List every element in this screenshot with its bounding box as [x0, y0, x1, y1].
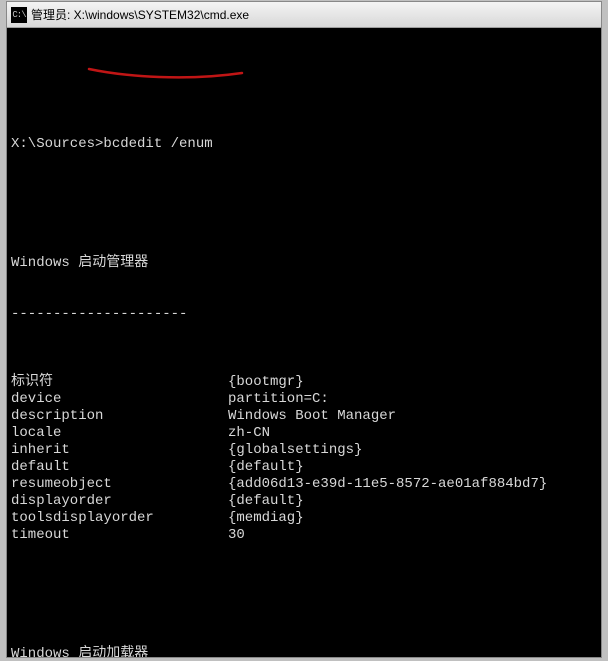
- kv-row: inherit{globalsettings}: [11, 442, 597, 459]
- kv-value: {default}: [228, 459, 597, 476]
- kv-value: {bootmgr}: [228, 374, 597, 391]
- kv-row: default{default}: [11, 459, 597, 476]
- kv-value: {add06d13-e39d-11e5-8572-ae01af884bd7}: [228, 476, 597, 493]
- kv-value: {globalsettings}: [228, 442, 597, 459]
- kv-row: displayorder{default}: [11, 493, 597, 510]
- section-title-loader: Windows 启动加载器: [11, 646, 597, 657]
- kv-row: localezh-CN: [11, 425, 597, 442]
- red-underline-annotation: [87, 65, 247, 87]
- kv-value: Windows Boot Manager: [228, 408, 597, 425]
- kv-key: toolsdisplayorder: [11, 510, 228, 527]
- command-text: bcdedit /enum: [103, 136, 212, 153]
- cmd-window: C:\ 管理员: X:\windows\SYSTEM32\cmd.exe X:\…: [6, 1, 602, 658]
- titlebar[interactable]: C:\ 管理员: X:\windows\SYSTEM32\cmd.exe: [7, 2, 601, 28]
- kv-key: device: [11, 391, 228, 408]
- window-title: 管理员: X:\windows\SYSTEM32\cmd.exe: [31, 6, 249, 23]
- kv-key: default: [11, 459, 228, 476]
- kv-value: 30: [228, 527, 597, 544]
- section-rule: ---------------------: [11, 306, 597, 323]
- kv-key: locale: [11, 425, 228, 442]
- kv-row: devicepartition=C:: [11, 391, 597, 408]
- kv-value: {default}: [228, 493, 597, 510]
- kv-key: description: [11, 408, 228, 425]
- kv-row: 标识符{bootmgr}: [11, 374, 597, 391]
- kv-key: inherit: [11, 442, 228, 459]
- prompt-path: X:\Sources>: [11, 136, 103, 153]
- kv-key: 标识符: [11, 374, 228, 391]
- kv-row: toolsdisplayorder{memdiag}: [11, 510, 597, 527]
- kv-value: zh-CN: [228, 425, 597, 442]
- console-area[interactable]: X:\Sources>bcdedit /enum Windows 启动管理器 -…: [7, 28, 601, 657]
- prompt-line-1: X:\Sources>bcdedit /enum: [11, 136, 597, 153]
- kv-value: partition=C:: [228, 391, 597, 408]
- kv-row: descriptionWindows Boot Manager: [11, 408, 597, 425]
- cmd-icon: C:\: [11, 7, 27, 23]
- kv-key: resumeobject: [11, 476, 228, 493]
- kv-row: resumeobject{add06d13-e39d-11e5-8572-ae0…: [11, 476, 597, 493]
- kv-value: {memdiag}: [228, 510, 597, 527]
- kv-key: displayorder: [11, 493, 228, 510]
- kv-key: timeout: [11, 527, 228, 544]
- section-title-bootmgr: Windows 启动管理器: [11, 255, 597, 272]
- kv-row: timeout30: [11, 527, 597, 544]
